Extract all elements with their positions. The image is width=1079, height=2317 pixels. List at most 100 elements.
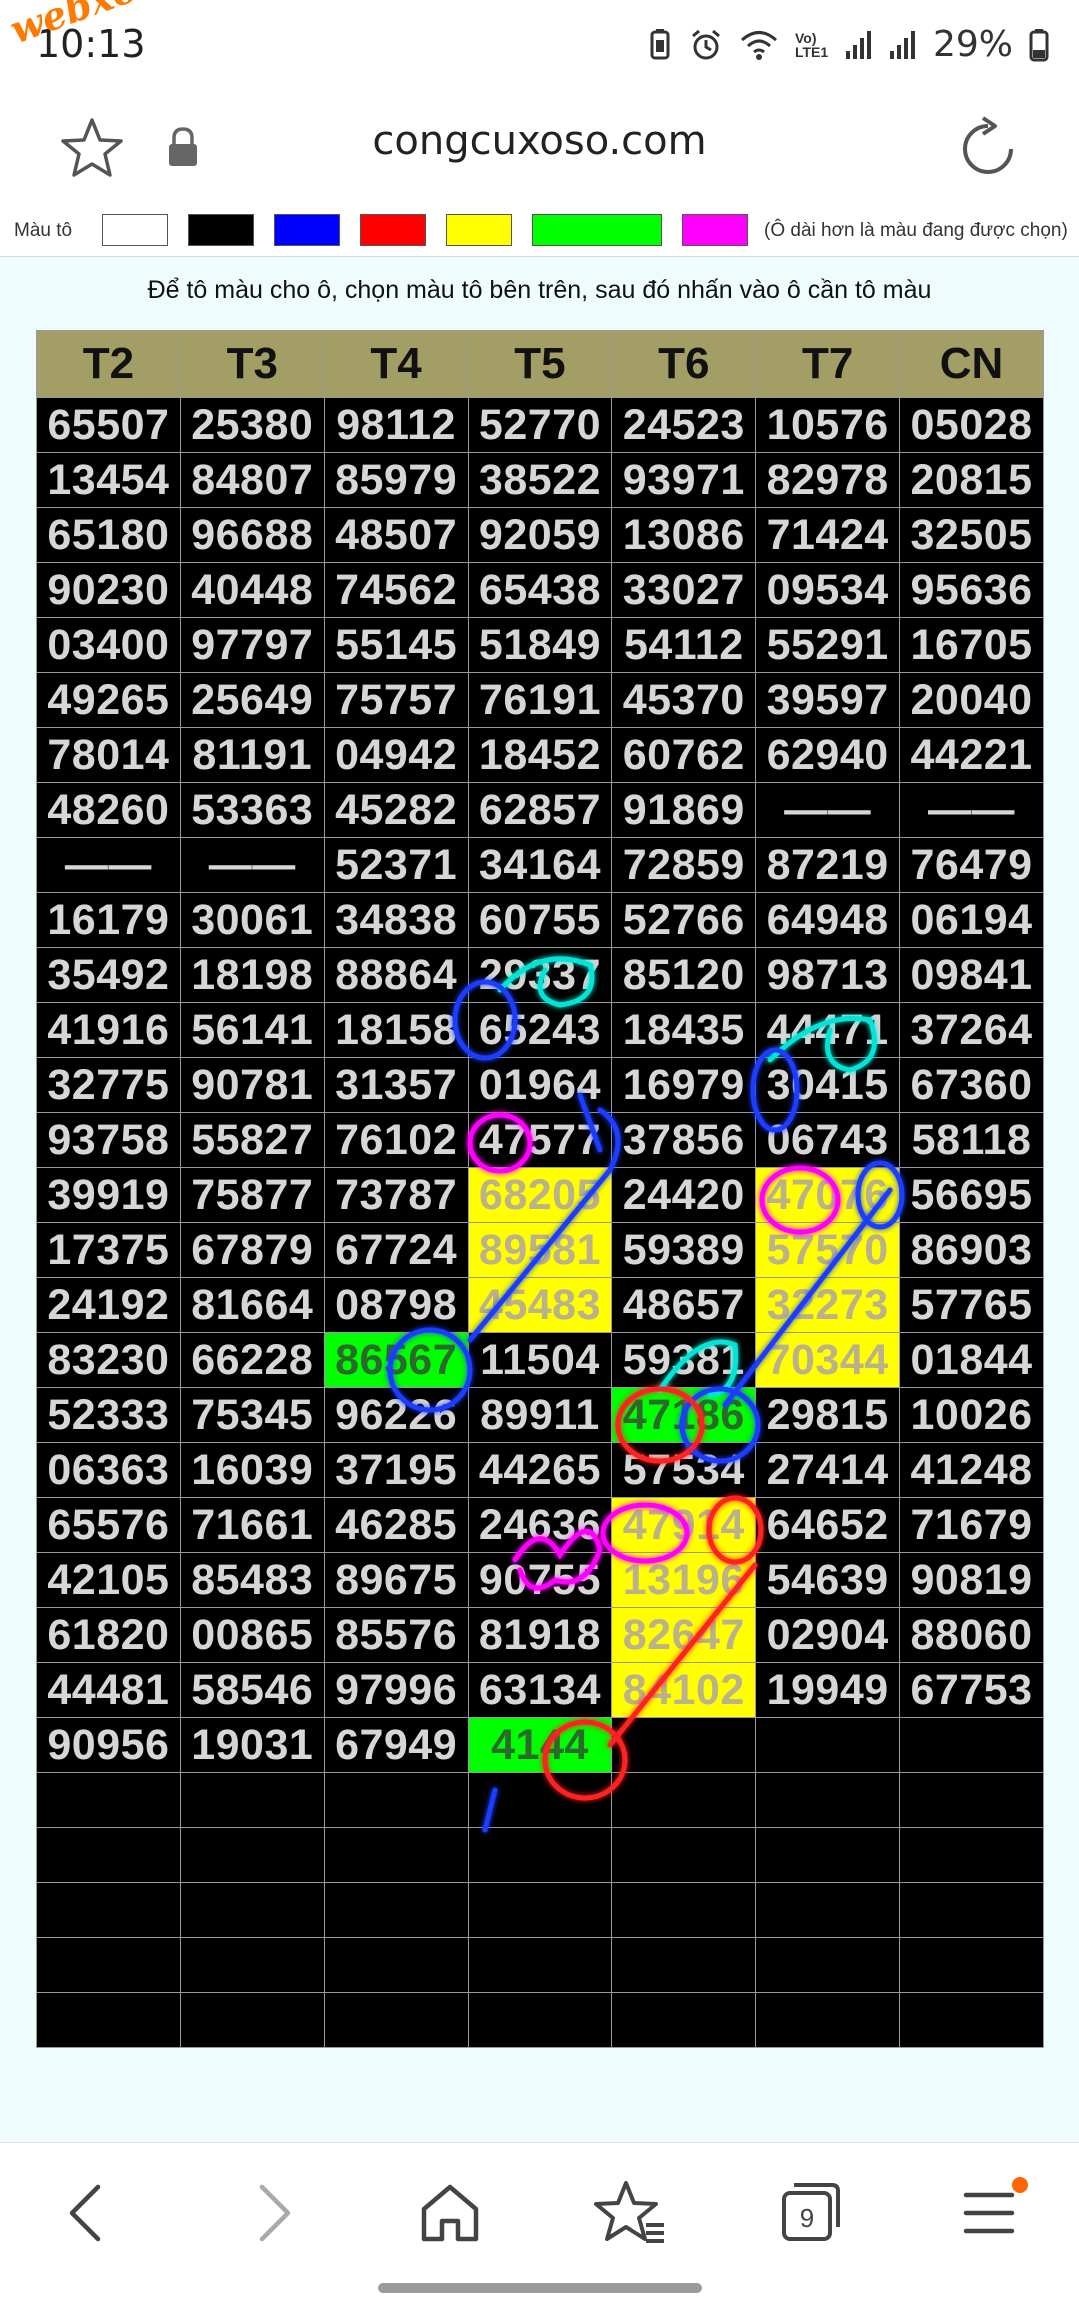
grid-cell[interactable]: 01964	[467, 1057, 613, 1113]
grid-cell[interactable]	[179, 1882, 325, 1938]
grid-cell[interactable]	[179, 1937, 325, 1993]
grid-cell[interactable]: 18435	[611, 1002, 757, 1058]
grid-cell[interactable]: ——	[899, 782, 1044, 838]
grid-cell[interactable]: 42105	[36, 1552, 181, 1608]
grid-cell[interactable]: 98713	[755, 947, 901, 1003]
grid-cell[interactable]: 60755	[467, 892, 613, 948]
grid-cell[interactable]	[899, 1882, 1044, 1938]
grid-cell[interactable]: 90230	[36, 562, 181, 618]
forward-icon[interactable]	[232, 2173, 312, 2253]
grid-cell[interactable]: 75345	[179, 1387, 325, 1443]
grid-cell[interactable]: 98112	[323, 397, 469, 453]
grid-cell[interactable]: 48260	[36, 782, 181, 838]
grid-cell[interactable]: 82647	[611, 1607, 757, 1663]
grid-cell[interactable]: 76191	[467, 672, 613, 728]
grid-cell[interactable]: 45282	[323, 782, 469, 838]
grid-cell[interactable]: 37195	[323, 1442, 469, 1498]
grid-cell[interactable]: 30415	[755, 1057, 901, 1113]
grid-cell[interactable]: 90781	[179, 1057, 325, 1113]
grid-cell[interactable]: ——	[179, 837, 325, 893]
grid-cell[interactable]: 06743	[755, 1112, 901, 1168]
grid-cell[interactable]: 09841	[899, 947, 1044, 1003]
home-indicator[interactable]	[378, 2283, 702, 2293]
grid-cell[interactable]: 24636	[467, 1497, 613, 1553]
grid-cell[interactable]: 81918	[467, 1607, 613, 1663]
grid-cell[interactable]: 67879	[179, 1222, 325, 1278]
grid-cell[interactable]: 53363	[179, 782, 325, 838]
grid-cell[interactable]: 61820	[36, 1607, 181, 1663]
grid-cell[interactable]: 54112	[611, 617, 757, 673]
grid-cell[interactable]: 60762	[611, 727, 757, 783]
grid-cell[interactable]	[36, 1937, 181, 1993]
grid-cell[interactable]: 90819	[899, 1552, 1044, 1608]
grid-cell[interactable]: 35492	[36, 947, 181, 1003]
grid-cell[interactable]	[467, 1992, 613, 2048]
grid-cell[interactable]: 39597	[755, 672, 901, 728]
grid-cell[interactable]: 84807	[179, 452, 325, 508]
grid-cell[interactable]: 13086	[611, 507, 757, 563]
grid-cell[interactable]: 47186	[611, 1387, 757, 1443]
grid-cell[interactable]: 30061	[179, 892, 325, 948]
grid-cell[interactable]: 38522	[467, 452, 613, 508]
grid-cell[interactable]: 65243	[467, 1002, 613, 1058]
grid-cell[interactable]: 37856	[611, 1112, 757, 1168]
grid-cell[interactable]: 51849	[467, 617, 613, 673]
reload-icon[interactable]	[953, 114, 1023, 184]
grid-cell[interactable]: 67360	[899, 1057, 1044, 1113]
grid-cell[interactable]: 19031	[179, 1717, 325, 1773]
grid-cell[interactable]: 47076	[755, 1167, 901, 1223]
grid-cell[interactable]: 64948	[755, 892, 901, 948]
grid-cell[interactable]: 65180	[36, 507, 181, 563]
grid-cell[interactable]	[611, 1717, 757, 1773]
grid-cell[interactable]: 25649	[179, 672, 325, 728]
grid-cell[interactable]: 54639	[755, 1552, 901, 1608]
grid-cell[interactable]: 41916	[36, 1002, 181, 1058]
grid-cell[interactable]	[611, 1937, 757, 1993]
bookmarks-icon[interactable]	[590, 2173, 670, 2253]
grid-cell[interactable]: 81664	[179, 1277, 325, 1333]
grid-cell[interactable]	[467, 1772, 613, 1828]
grid-cell[interactable]: 10576	[755, 397, 901, 453]
grid-cell[interactable]: 55827	[179, 1112, 325, 1168]
grid-cell[interactable]: 52770	[467, 397, 613, 453]
grid-cell[interactable]: 34164	[467, 837, 613, 893]
grid-cell[interactable]: 17375	[36, 1222, 181, 1278]
grid-cell[interactable]	[36, 1882, 181, 1938]
grid-cell[interactable]: 58546	[179, 1662, 325, 1718]
grid-cell[interactable]: 16705	[899, 617, 1044, 673]
grid-cell[interactable]: 56695	[899, 1167, 1044, 1223]
grid-cell[interactable]: 62857	[467, 782, 613, 838]
grid-cell[interactable]: 27414	[755, 1442, 901, 1498]
grid-cell[interactable]	[899, 1992, 1044, 2048]
grid-cell[interactable]	[323, 1772, 469, 1828]
grid-cell[interactable]: 44471	[755, 1002, 901, 1058]
grid-cell[interactable]	[611, 1882, 757, 1938]
grid-cell[interactable]	[611, 1827, 757, 1883]
swatch-red[interactable]	[360, 214, 426, 246]
grid-cell[interactable]: 25380	[179, 397, 325, 453]
grid-cell[interactable]	[899, 1827, 1044, 1883]
tabs-button[interactable]: 9	[770, 2173, 850, 2253]
grid-cell[interactable]	[755, 1992, 901, 2048]
grid-cell[interactable]: 75757	[323, 672, 469, 728]
grid-cell[interactable]: 45370	[611, 672, 757, 728]
grid-cell[interactable]: 85120	[611, 947, 757, 1003]
grid-cell[interactable]: 85979	[323, 452, 469, 508]
grid-cell[interactable]: 13196	[611, 1552, 757, 1608]
grid-cell[interactable]: 41248	[899, 1442, 1044, 1498]
grid-cell[interactable]: 52333	[36, 1387, 181, 1443]
grid-cell[interactable]: 18158	[323, 1002, 469, 1058]
grid-cell[interactable]: 67753	[899, 1662, 1044, 1718]
grid-cell[interactable]: 75877	[179, 1167, 325, 1223]
grid-cell[interactable]: 59389	[611, 1222, 757, 1278]
grid-cell[interactable]: 91869	[611, 782, 757, 838]
grid-cell[interactable]: 02904	[755, 1607, 901, 1663]
grid-cell[interactable]: 58118	[899, 1112, 1044, 1168]
grid-cell[interactable]: 32273	[755, 1277, 901, 1333]
grid-cell[interactable]	[179, 1772, 325, 1828]
grid-cell[interactable]: 92059	[467, 507, 613, 563]
grid-cell[interactable]: 19949	[755, 1662, 901, 1718]
grid-cell[interactable]: 74562	[323, 562, 469, 618]
grid-cell[interactable]: 71661	[179, 1497, 325, 1553]
grid-cell[interactable]: 57570	[755, 1222, 901, 1278]
